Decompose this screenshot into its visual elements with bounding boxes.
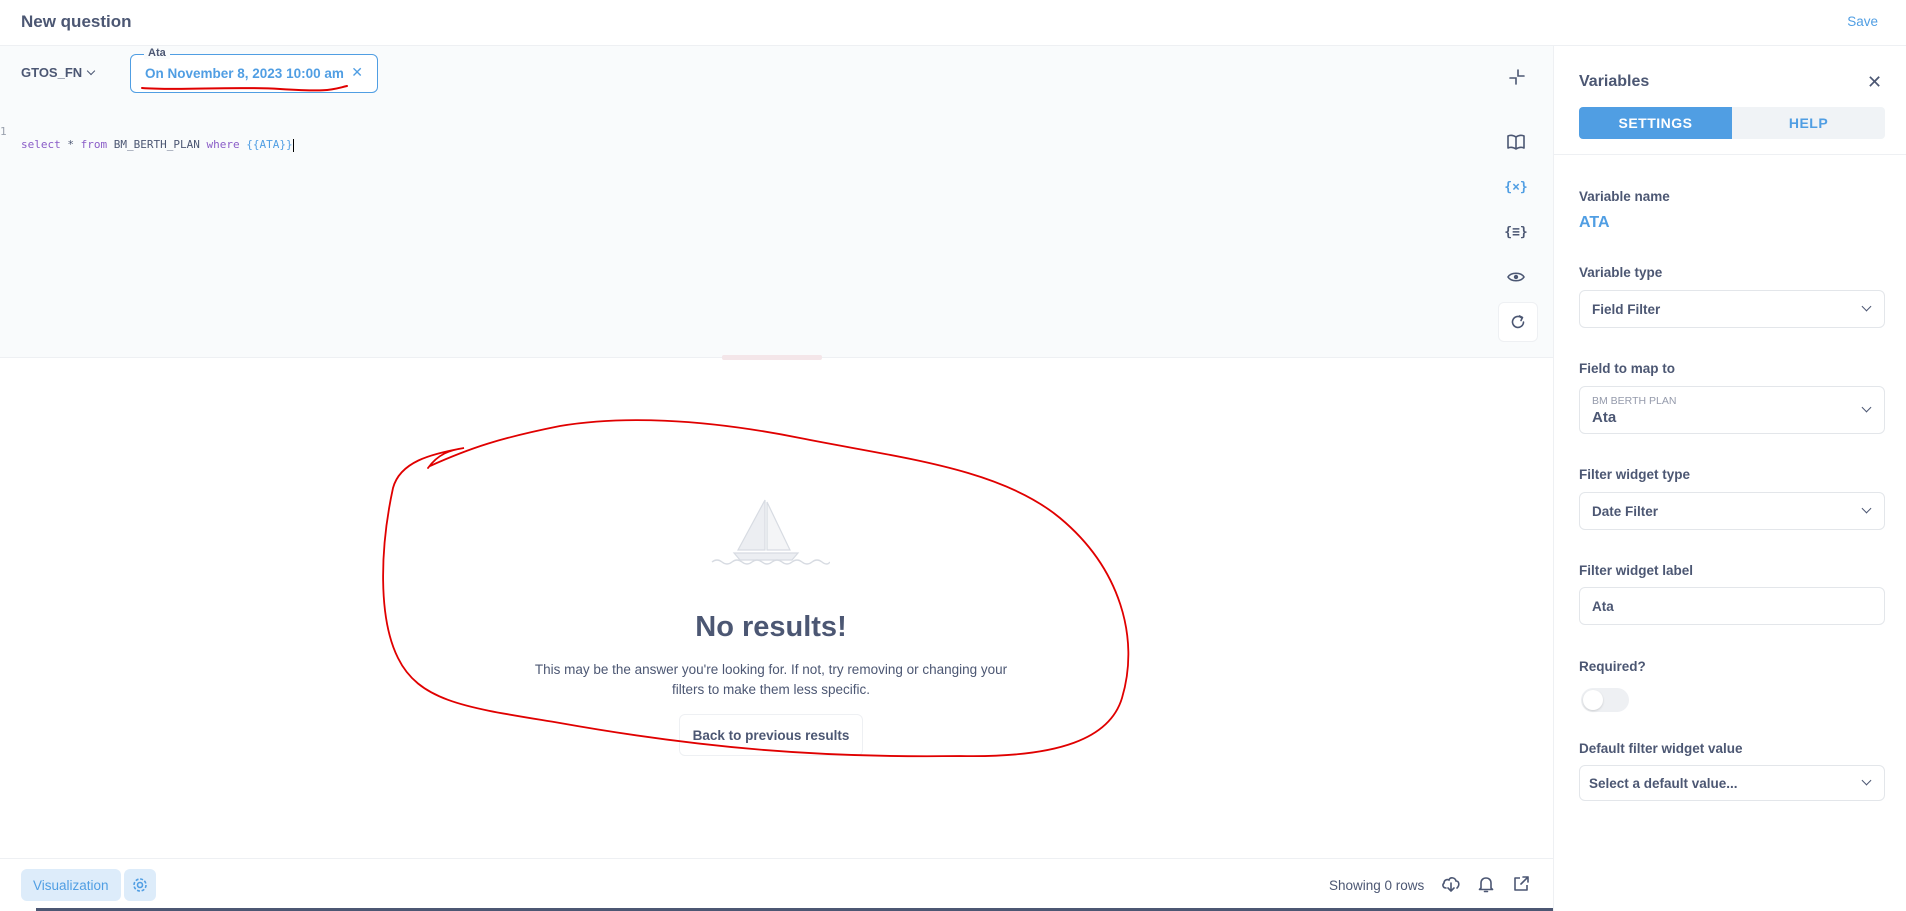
widget-type-select[interactable]: Date Filter	[1579, 492, 1885, 530]
preview-query-button[interactable]	[1496, 257, 1536, 297]
variable-type-value: Field Filter	[1592, 302, 1661, 317]
sql-table: BM_BERTH_PLAN	[107, 138, 207, 151]
chevron-down-icon	[86, 66, 96, 76]
row-count: Showing 0 rows	[1329, 878, 1425, 893]
save-button[interactable]: Save	[1847, 14, 1878, 29]
code-line[interactable]: 1 select * from BM_BERTH_PLAN where {{AT…	[0, 112, 1480, 164]
sql-code[interactable]: select * from BM_BERTH_PLAN where {{ATA}…	[21, 138, 295, 152]
sql-keyword: select	[21, 138, 61, 151]
widget-type-label: Filter widget type	[1579, 467, 1691, 482]
variables-button[interactable]: {×}	[1496, 167, 1536, 207]
back-to-previous-results-button[interactable]: Back to previous results	[679, 714, 863, 756]
sql-variable-tag: {{ATA}}	[246, 138, 293, 151]
red-annotation-underline	[141, 85, 348, 92]
variable-name-label: Variable name	[1579, 189, 1670, 204]
run-query-button[interactable]	[1498, 302, 1538, 342]
page-title: New question	[21, 12, 132, 31]
top-bar: New question Save	[0, 0, 1906, 46]
field-map-select[interactable]: BM BERTH PLAN Ata	[1579, 386, 1885, 434]
book-icon	[1507, 134, 1525, 150]
chevron-down-icon	[1861, 775, 1872, 786]
default-value-placeholder: Select a default value...	[1589, 776, 1738, 791]
close-icon[interactable]: ✕	[1867, 72, 1882, 93]
results-area: No results! This may be the answer you'r…	[0, 358, 1553, 858]
eye-icon	[1507, 272, 1525, 282]
tab-settings[interactable]: SETTINGS	[1579, 107, 1732, 139]
sql-keyword: where	[206, 138, 240, 151]
download-icon[interactable]	[1441, 874, 1461, 894]
snippets-icon: {≡}	[1504, 224, 1528, 240]
database-name: GTOS_FN	[21, 65, 83, 80]
widget-label-label: Filter widget label	[1579, 563, 1694, 578]
sidebar-title: Variables	[1579, 73, 1650, 90]
default-value-select[interactable]: Select a default value...	[1579, 765, 1885, 801]
chevron-down-icon	[1861, 503, 1872, 514]
native-query-editor: GTOS_FN Ata On November 8, 2023 10:00 am…	[0, 46, 1553, 360]
chevron-down-icon	[1861, 402, 1872, 413]
sailboat-illustration	[711, 499, 830, 565]
visualization-settings-button[interactable]	[124, 869, 156, 901]
text-caret	[292, 138, 295, 152]
empty-state-title: No results!	[695, 611, 847, 643]
line-number: 1	[0, 125, 7, 138]
required-toggle[interactable]	[1581, 688, 1629, 712]
close-icon[interactable]: ✕	[351, 64, 363, 81]
collapse-icon[interactable]	[1508, 68, 1526, 86]
footer-bar: Visualization Showing 0 rows	[0, 858, 1553, 911]
sidebar-tabs: SETTINGS HELP	[1579, 107, 1885, 139]
divider	[1554, 154, 1906, 155]
variable-name: ATA	[1579, 214, 1610, 231]
variable-type-label: Variable type	[1579, 265, 1663, 280]
variable-widget-value[interactable]: On November 8, 2023 10:00 am	[145, 66, 344, 81]
field-map-table: BM BERTH PLAN	[1592, 395, 1677, 407]
empty-state-description: This may be the answer you're looking fo…	[534, 662, 1008, 697]
bell-icon[interactable]	[1476, 874, 1496, 894]
widget-type-value: Date Filter	[1592, 504, 1659, 519]
variables-icon: {×}	[1504, 179, 1528, 195]
variable-widget-legend: Ata	[144, 47, 170, 59]
database-picker[interactable]: GTOS_FN	[21, 65, 96, 80]
visualization-button[interactable]: Visualization	[21, 869, 121, 901]
sql-text: *	[60, 138, 81, 151]
required-label: Required?	[1579, 659, 1646, 674]
field-map-label: Field to map to	[1579, 361, 1675, 376]
toggle-knob	[1583, 690, 1603, 710]
default-value-label: Default filter widget value	[1579, 741, 1743, 756]
variable-type-select[interactable]: Field Filter	[1579, 290, 1885, 328]
data-reference-button[interactable]	[1496, 122, 1536, 162]
chevron-down-icon	[1861, 301, 1872, 312]
refresh-icon	[1511, 315, 1525, 329]
gear-icon	[133, 878, 147, 892]
snippets-button[interactable]: {≡}	[1496, 212, 1536, 252]
variables-sidebar: Variables ✕ SETTINGS HELP Variable name …	[1553, 46, 1906, 911]
tab-help[interactable]: HELP	[1732, 107, 1885, 139]
field-map-field: Ata	[1592, 409, 1617, 426]
share-icon[interactable]	[1511, 874, 1531, 894]
widget-label-input[interactable]	[1579, 587, 1885, 625]
sql-keyword: from	[80, 138, 108, 151]
